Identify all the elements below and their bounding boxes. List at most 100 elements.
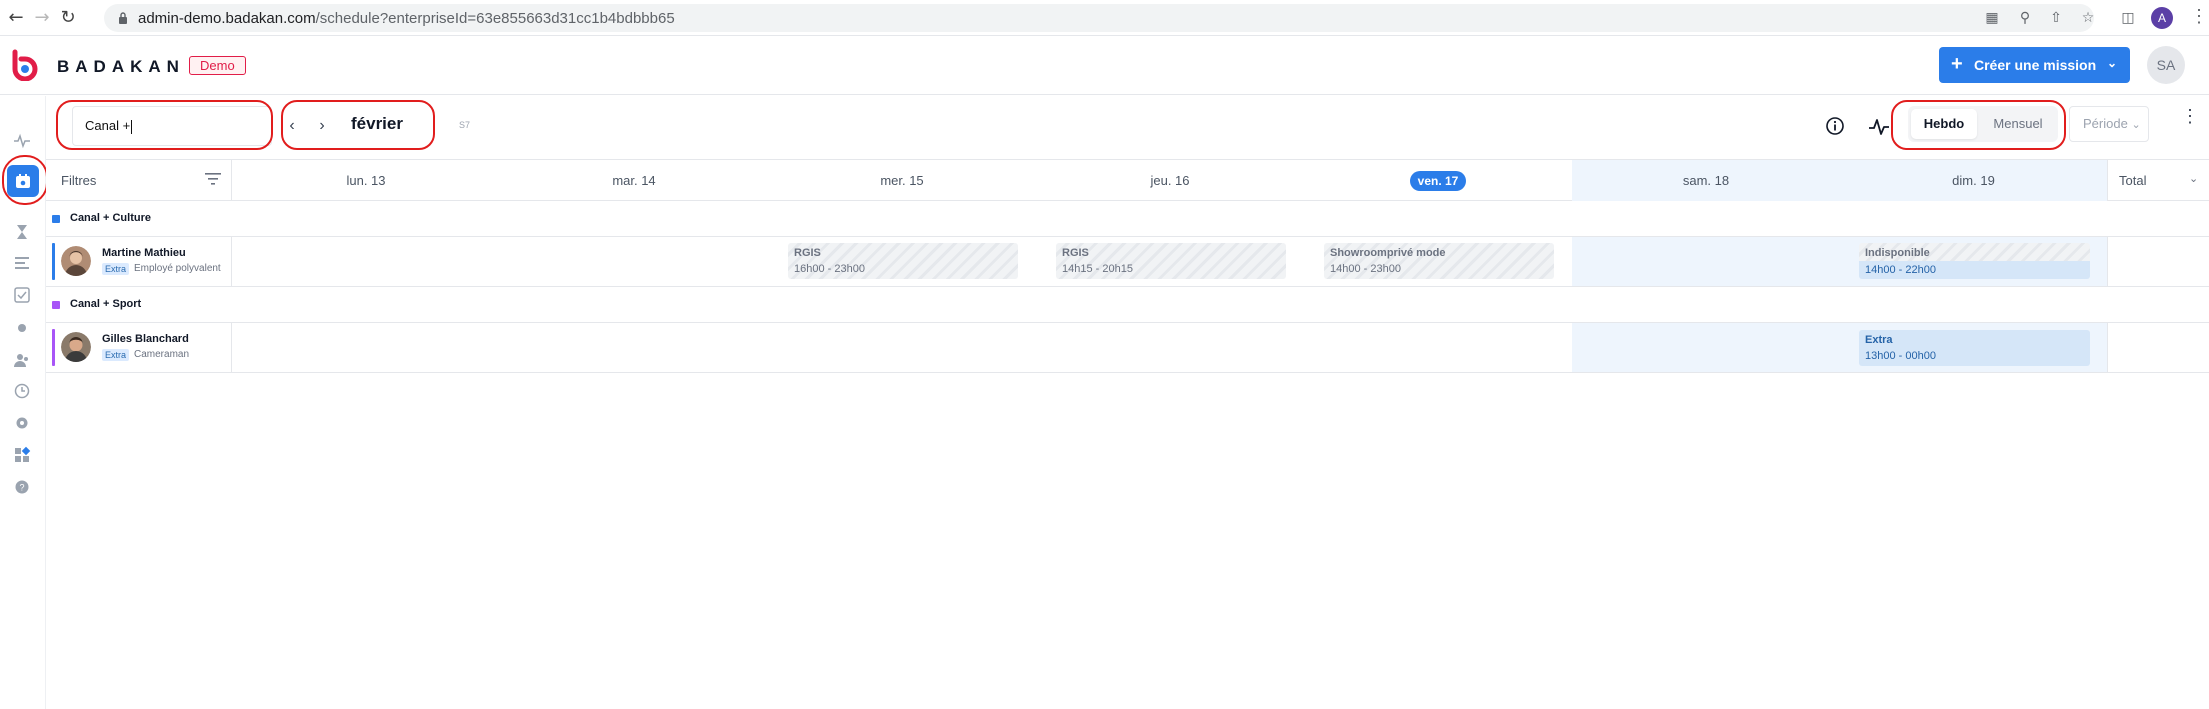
day-label: lun. 13	[346, 173, 386, 188]
filters-cell[interactable]: Filtres	[46, 160, 232, 201]
zoom-icon[interactable]: ⚲	[2015, 8, 2035, 28]
shift-card[interactable]: Extra 13h00 - 00h00	[1859, 330, 2090, 366]
day-header: mer. 15	[768, 160, 1036, 201]
shift-title: RGIS	[1062, 247, 1089, 259]
url-path: /schedule?enterpriseId=63e855663d31cc1b4…	[315, 10, 675, 27]
group-color-square	[52, 301, 60, 309]
more-options-icon[interactable]: ⋮	[2181, 107, 2199, 136]
today-label: ven. 17	[1409, 171, 1467, 191]
day-header: jeu. 16	[1036, 160, 1304, 201]
group-row: Canal + Sport	[46, 287, 2209, 323]
day-header: sam. 18	[1572, 160, 1840, 201]
shift-card[interactable]: RGIS 14h15 - 20h15	[1056, 243, 1286, 279]
week-number: S7	[459, 120, 471, 130]
day-label: sam. 18	[1682, 173, 1730, 188]
address-bar[interactable]: admin-demo.badakan.com/schedule?enterpri…	[104, 4, 2094, 32]
search-value: Canal +	[85, 118, 131, 133]
unavailability-card[interactable]: Indisponible 14h00 - 22h00	[1859, 243, 2090, 279]
browser-menu-icon[interactable]: ⋮	[2190, 6, 2208, 27]
employee-total	[2107, 323, 2209, 372]
filter-icon[interactable]	[205, 172, 221, 186]
forward-icon[interactable]: →	[30, 6, 54, 30]
info-icon[interactable]	[1825, 116, 1845, 136]
demo-badge: Demo	[189, 56, 246, 75]
clock-icon[interactable]	[13, 382, 31, 400]
period-label: Période	[2083, 116, 2128, 131]
group-color-square	[52, 215, 60, 223]
create-mission-button[interactable]: + Créer une mission ⌄	[1939, 47, 2130, 83]
grid-header-row: Filtres lun. 13 mar. 14 mer. 15 jeu. 16 …	[46, 159, 2209, 201]
employee-tag: Extra	[102, 349, 130, 361]
group-name: Canal + Culture	[70, 212, 151, 224]
calendar-icon	[16, 174, 30, 188]
back-icon[interactable]: ←	[4, 6, 28, 30]
create-mission-label: Créer une mission	[1974, 57, 2097, 73]
day-label: dim. 19	[1952, 173, 1995, 188]
shift-title: Indisponible	[1865, 247, 1930, 259]
schedule-toolbar: Canal + ‹ › février S7 Hebdo Mensuel Pér…	[46, 96, 2209, 159]
employee-total	[2107, 237, 2209, 286]
share-icon[interactable]: ⇧	[2046, 8, 2066, 28]
bookmark-icon[interactable]: ☆	[2078, 8, 2098, 28]
employee-row: Gilles Blanchard Extra Cameraman Extra 1…	[46, 323, 2209, 373]
translate-icon[interactable]: ▦	[1982, 8, 2002, 28]
hourglass-icon[interactable]	[13, 223, 31, 241]
users-icon[interactable]	[13, 351, 31, 369]
svg-text:?: ?	[19, 483, 24, 493]
employee-name: Martine Mathieu	[102, 247, 186, 259]
shift-time: 14h00 - 22h00	[1865, 264, 1936, 276]
group-color-bar	[52, 243, 55, 280]
search-input[interactable]: Canal +	[72, 106, 272, 146]
plus-icon: +	[1951, 53, 1963, 75]
shift-time: 14h00 - 23h00	[1330, 263, 1401, 275]
chevron-down-icon: ⌄	[2107, 56, 2118, 70]
period-select[interactable]: Période ⌄	[2069, 106, 2149, 142]
text-cursor	[131, 119, 133, 134]
help-icon[interactable]: ?	[13, 478, 31, 496]
chevron-down-icon: ⌄	[2189, 173, 2199, 185]
day-header: lun. 13	[232, 160, 500, 201]
chevron-down-icon: ⌄	[2131, 119, 2141, 131]
list-icon[interactable]	[13, 254, 31, 272]
sidepanel-icon[interactable]: ◫	[2118, 8, 2138, 28]
month-label: février	[351, 114, 403, 133]
activity-icon[interactable]	[13, 132, 31, 150]
employee-avatar	[61, 246, 91, 276]
shift-title: Showroomprivé mode	[1330, 247, 1446, 259]
settings-icon[interactable]	[13, 414, 31, 432]
employee-role: Employé polyvalent	[134, 263, 221, 274]
employee-cell[interactable]: Gilles Blanchard Extra Cameraman	[46, 323, 232, 372]
shift-time: 16h00 - 23h00	[794, 263, 865, 275]
total-header[interactable]: Total ⌄	[2107, 160, 2209, 201]
user-avatar[interactable]: SA	[2147, 46, 2185, 84]
group-name: Canal + Sport	[70, 298, 142, 310]
view-hebdo-button[interactable]: Hebdo	[1911, 109, 1977, 139]
shift-card[interactable]: Showroomprivé mode 14h00 - 23h00	[1324, 243, 1554, 279]
group-row: Canal + Culture	[46, 201, 2209, 237]
shift-title: Extra	[1865, 334, 1893, 346]
previous-week-button[interactable]: ‹	[282, 116, 302, 136]
lock-icon	[119, 12, 127, 24]
view-mensuel-button[interactable]: Mensuel	[1982, 109, 2054, 139]
badakan-logo-icon	[12, 49, 38, 81]
sidebar-rail: ?	[0, 96, 46, 709]
url-host: admin-demo.badakan.com	[138, 10, 316, 27]
shift-time: 14h15 - 20h15	[1062, 263, 1133, 275]
employee-cell[interactable]: Martine Mathieu Extra Employé polyvalent	[46, 237, 232, 286]
apps-icon[interactable]	[13, 446, 31, 464]
pulse-icon[interactable]	[1868, 116, 1890, 138]
day-label: jeu. 16	[1150, 173, 1190, 188]
next-week-button[interactable]: ›	[312, 116, 332, 136]
app-header: BADAKAN Demo + Créer une mission ⌄ SA	[0, 37, 2209, 95]
day-header: mar. 14	[500, 160, 768, 201]
day-label: mer. 15	[880, 173, 924, 188]
day-header: dim. 19	[1840, 160, 2107, 201]
sidebar-item-schedule[interactable]	[7, 165, 39, 197]
browser-profile-avatar[interactable]: A	[2151, 7, 2173, 29]
checklist-icon[interactable]	[13, 286, 31, 304]
shift-time: 13h00 - 00h00	[1865, 350, 1936, 362]
reload-icon[interactable]: ↻	[56, 6, 80, 30]
dot-icon[interactable]	[13, 319, 31, 337]
employee-avatar	[61, 332, 91, 362]
shift-card[interactable]: RGIS 16h00 - 23h00	[788, 243, 1018, 279]
